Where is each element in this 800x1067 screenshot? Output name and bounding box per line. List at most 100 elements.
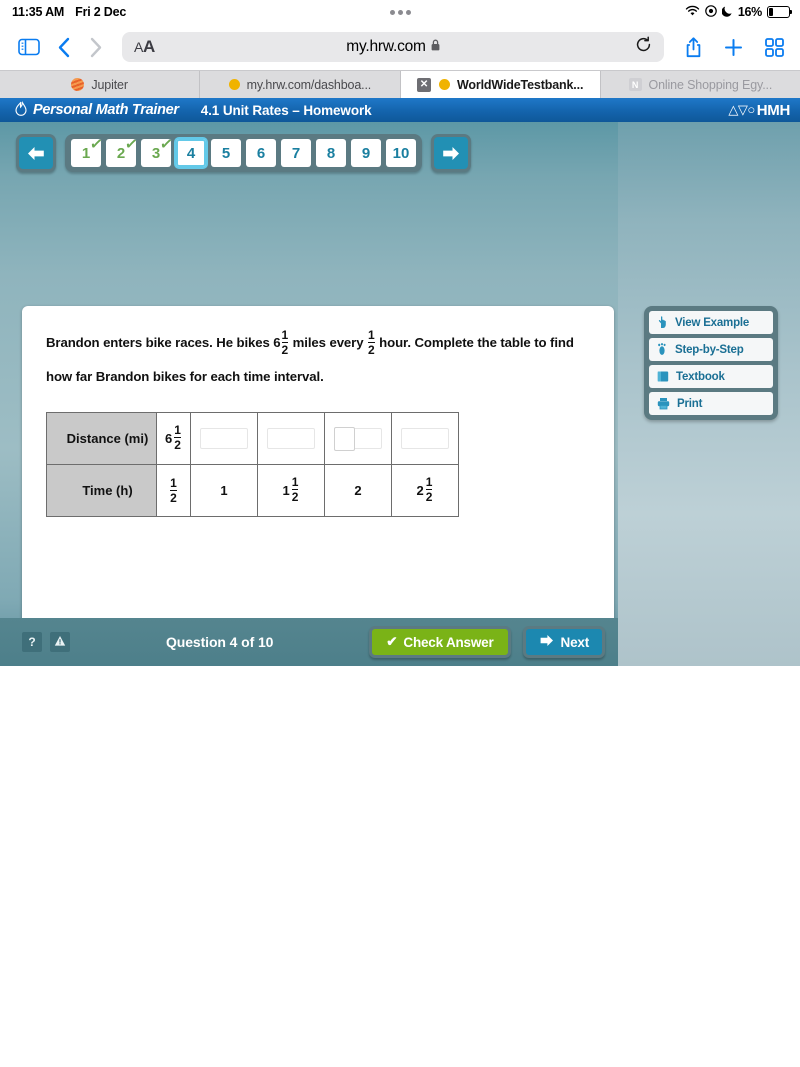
distance-input-2[interactable] [200,428,248,449]
distance-cell-5[interactable] [391,412,459,465]
question-number-label: 7 [291,144,301,162]
question-line1-c: hour. Complete the table [379,335,531,350]
tool-label: Print [677,397,703,410]
tab-title: my.hrw.com/dashboa... [246,77,372,92]
tabs-overview-icon[interactable] [756,37,788,57]
app-footer: ? Question 4 of 10 ✔ Check Answer Next [0,618,618,666]
address-bar[interactable]: AA my.hrw.com [122,32,664,62]
unit-rate-table: Distance (mi) 612 Time (h) 12 1 1 1 2 2 … [46,412,459,517]
share-icon[interactable] [676,36,711,58]
book-icon [657,370,669,383]
battery-icon [767,6,792,18]
app-brand: Personal Math Trainer [14,100,179,120]
orange-dot-icon [438,79,450,90]
question-button-3[interactable]: 3 ✓ [141,135,174,167]
help-button[interactable]: ? [22,632,42,652]
view-example-button[interactable]: View Example [649,311,773,334]
question-button-4[interactable]: 4 [176,139,206,167]
text-size-button[interactable]: AA [134,37,155,57]
control-center-icon [705,4,717,20]
print-button[interactable]: Print [649,392,773,415]
url-text-wrap: my.hrw.com [122,38,664,56]
time-cell-3: 112 [257,464,325,517]
question-button-1[interactable]: 1 ✓ [71,135,104,167]
question-line1-b: miles every [292,335,364,350]
tab-title: Jupiter [91,77,128,92]
alert-button[interactable] [50,632,70,652]
question-text: Brandon enters bike races. He bikes 612 … [46,326,590,394]
lock-icon [431,38,440,56]
tool-label: Step-by-Step [675,343,744,356]
check-answer-button[interactable]: ✔ Check Answer [369,626,511,658]
jupiter-icon [71,78,85,91]
question-navigator: 1 ✓ 2 ✓ 3 ✓ 4 5 6 7 8 9 10 [16,134,471,172]
status-date: Fri 2 Dec [75,5,127,19]
sidebar-icon[interactable] [12,38,46,56]
question-button-6[interactable]: 6 [246,139,276,167]
question-card: Brandon enters bike races. He bikes 612 … [22,306,614,666]
textbook-button[interactable]: Textbook [649,365,773,388]
fraction: 12 [291,475,299,504]
distance-input-4[interactable] [334,427,382,451]
distance-cell-3[interactable] [257,412,325,465]
next-question-button[interactable] [431,134,471,172]
mixed-whole: 1 [282,483,290,498]
status-time: 11:35 AM [12,5,65,19]
step-by-step-button[interactable]: Step-by-Step [649,338,773,361]
do-not-disturb-moon-icon [721,5,733,20]
mixed-whole: 6 [165,431,173,446]
checkmark-icon: ✔ [386,634,398,649]
app-header: Personal Math Trainer 4.1 Unit Rates – H… [0,98,800,122]
browser-toolbar: AA my.hrw.com [0,24,800,70]
tool-label: Textbook [676,370,725,383]
browser-tab-hrw-dashboard[interactable]: my.hrw.com/dashboa... [200,71,401,98]
back-icon[interactable] [50,37,78,58]
app-body: 1 ✓ 2 ✓ 3 ✓ 4 5 6 7 8 9 10 Brandon enter… [0,122,800,666]
mixed-whole: 2 [416,483,424,498]
tool-label: View Example [675,316,750,329]
time-value: 2 [354,483,362,498]
table-row-time: Time (h) 12 1 112 2 212 [46,464,459,517]
time-cell-2: 1 [190,464,258,517]
browser-tab-online-shopping[interactable]: N Online Shopping Egy... [600,71,800,98]
app-brand-label: Personal Math Trainer [33,102,179,118]
distance-input-5[interactable] [401,428,449,449]
row-header-time: Time (h) [46,464,157,517]
close-icon[interactable]: ✕ [416,77,431,92]
question-button-5[interactable]: 5 [211,139,241,167]
next-button[interactable]: Next [522,626,605,658]
question-number-label: 5 [221,144,231,162]
completed-check-icon: ✓ [124,135,140,154]
question-button-2[interactable]: 2 ✓ [106,135,139,167]
ios-status-bar: 11:35 AM Fri 2 Dec 16% [0,0,800,24]
new-tab-icon[interactable] [715,38,752,57]
browser-tab-worldwidetestbank[interactable]: ✕ WorldWideTestbank... [400,71,601,98]
question-number-label: 10 [392,144,410,162]
question-button-8[interactable]: 8 [316,139,346,167]
question-number-list: 1 ✓ 2 ✓ 3 ✓ 4 5 6 7 8 9 10 [65,134,422,172]
fraction-one-half: 12 [368,328,375,358]
question-progress: Question 4 of 10 [166,634,274,650]
orange-dot-icon [228,79,240,90]
lesson-title: 4.1 Unit Rates – Homework [200,102,372,118]
distance-cell-4[interactable] [324,412,392,465]
tool-panel: View Example Step-by-Step Textbook Print [644,306,778,420]
row-header-distance: Distance (mi) [46,412,157,465]
fraction: 12 [425,475,433,504]
question-button-7[interactable]: 7 [281,139,311,167]
question-button-9[interactable]: 9 [351,139,381,167]
url-text: my.hrw.com [346,38,426,55]
browser-tab-strip: Jupiter my.hrw.com/dashboa... ✕ WorldWid… [0,70,800,98]
flame-icon [14,100,28,120]
question-number-label: 6 [256,144,266,162]
question-button-10[interactable]: 10 [386,139,416,167]
question-number-label: 4 [186,144,196,162]
distance-input-3[interactable] [267,428,315,449]
distance-cell-2[interactable] [190,412,258,465]
browser-tab-jupiter[interactable]: Jupiter [0,71,201,98]
previous-question-button[interactable] [16,134,56,172]
wifi-icon [685,5,700,20]
question-number-label: 8 [326,144,336,162]
fraction-one-half: 12 [281,328,289,358]
reload-icon[interactable] [635,36,652,58]
